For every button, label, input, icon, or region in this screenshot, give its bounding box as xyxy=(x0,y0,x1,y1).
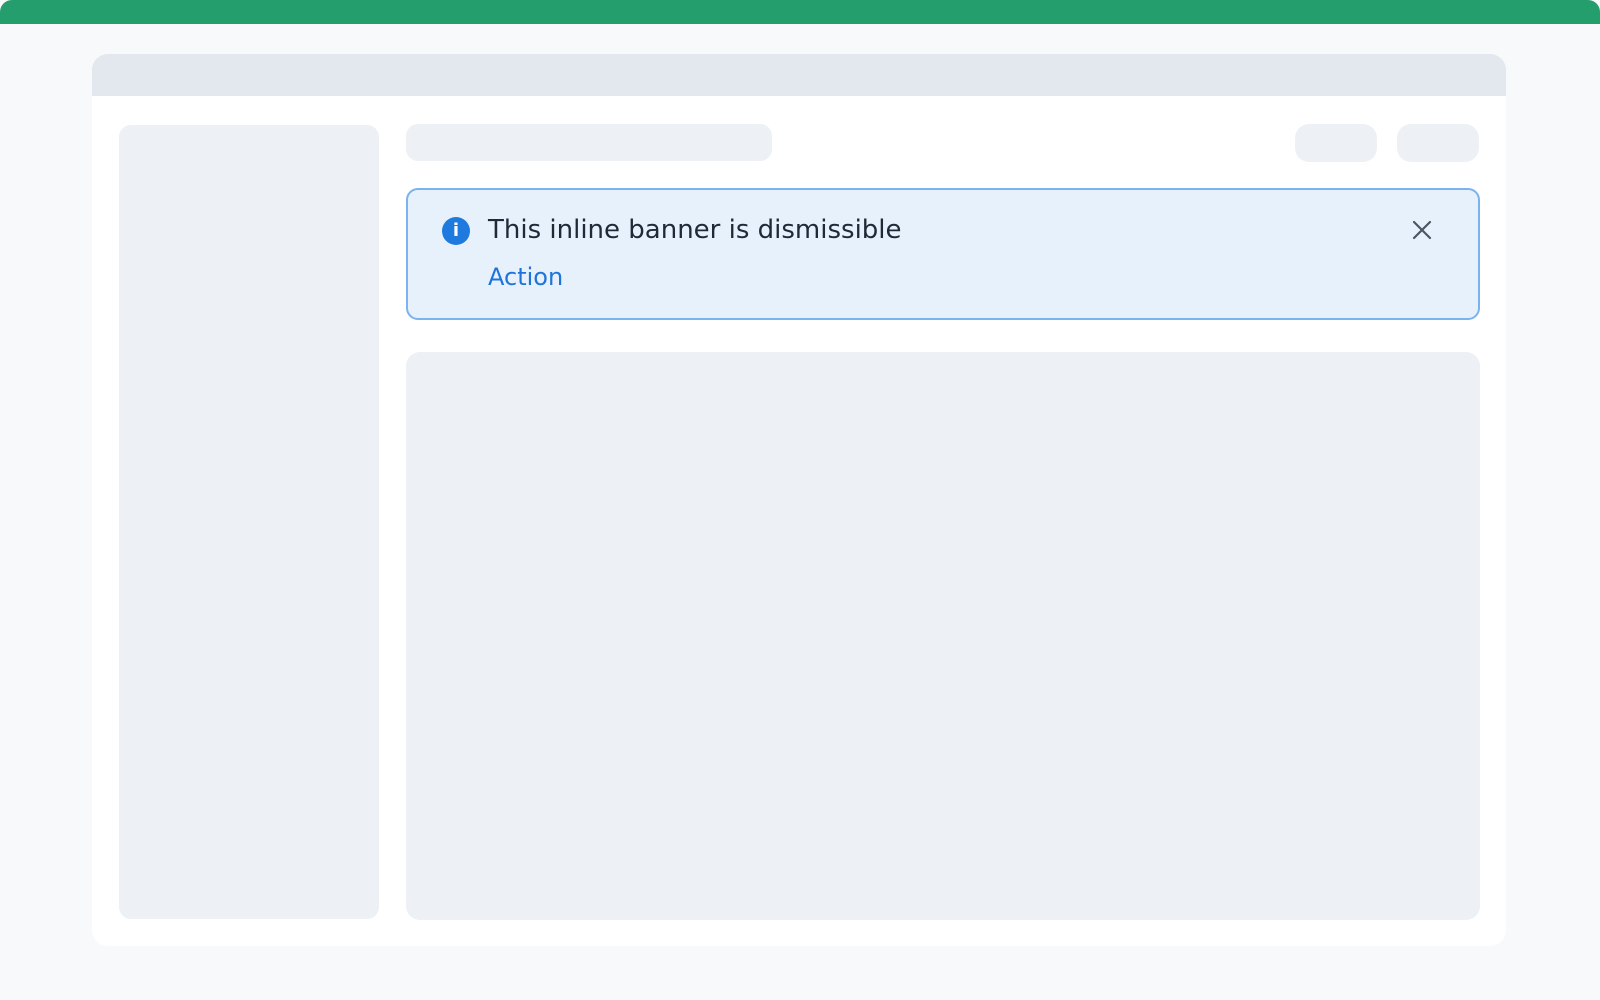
banner-title: This inline banner is dismissible xyxy=(488,215,902,245)
banner-action-link[interactable]: Action xyxy=(488,262,563,292)
window-titlebar xyxy=(92,54,1506,96)
close-icon[interactable] xyxy=(1404,212,1440,248)
top-accent-bar xyxy=(0,0,1600,24)
info-icon: i xyxy=(442,217,470,245)
toolbar-button-placeholder[interactable] xyxy=(1397,124,1479,162)
content-placeholder xyxy=(406,352,1480,920)
inline-banner: i This inline banner is dismissible Acti… xyxy=(406,188,1480,320)
sidebar-placeholder xyxy=(119,125,379,919)
app-window: i This inline banner is dismissible Acti… xyxy=(92,54,1506,946)
search-placeholder xyxy=(406,124,772,161)
toolbar-button-placeholder[interactable] xyxy=(1295,124,1377,162)
